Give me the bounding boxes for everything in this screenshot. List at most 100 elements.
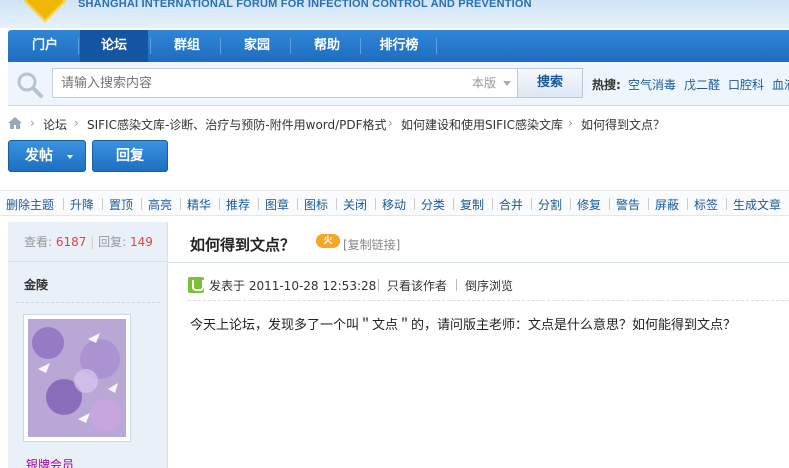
breadcrumb-item-guide[interactable]: 如何建设和使用SIFIC感染文库 — [401, 116, 563, 133]
nav-divider — [220, 38, 221, 54]
nav-item-forum[interactable]: 论坛 — [80, 30, 148, 62]
breadcrumb-separator: › — [30, 116, 35, 130]
search-icon — [17, 72, 43, 98]
mod-block[interactable]: 屏蔽 — [655, 196, 679, 213]
search-scope-label: 本版 — [472, 76, 497, 90]
only-author-link[interactable]: 只看该作者 — [387, 277, 447, 294]
mod-icon[interactable]: 图标 — [304, 196, 328, 213]
mod-divider — [258, 198, 259, 210]
mod-repair[interactable]: 修复 — [577, 196, 601, 213]
mod-delete-thread[interactable]: 删除主题 — [6, 196, 54, 213]
reverse-order-link[interactable]: 倒序浏览 — [465, 277, 513, 294]
hot-search-term[interactable]: 口腔科 — [728, 76, 764, 93]
search-button[interactable]: 搜索 — [517, 68, 583, 98]
mod-warn[interactable]: 警告 — [616, 196, 640, 213]
breadcrumb-separator: › — [568, 116, 573, 130]
views-label: 查看: — [24, 235, 53, 249]
mod-divider — [492, 198, 493, 210]
mod-merge[interactable]: 合并 — [499, 196, 523, 213]
mod-close[interactable]: 关闭 — [343, 196, 367, 213]
nav-item-portal[interactable]: 门户 — [14, 30, 76, 62]
mod-sticky[interactable]: 置顶 — [109, 196, 133, 213]
new-post-label: 发帖 — [25, 148, 53, 164]
nav-divider — [290, 38, 291, 54]
divider — [188, 300, 789, 301]
thread-title: 如何得到文点？ — [190, 236, 296, 254]
mod-digest[interactable]: 精华 — [187, 196, 211, 213]
breadcrumb-item-forum[interactable]: 论坛 — [43, 116, 67, 133]
mod-divider — [687, 198, 688, 210]
author-sidebar: 查看: 6187 | 回复: 149 金陵 银牌会员 — [8, 222, 168, 468]
reply-button[interactable]: 回复 — [92, 140, 168, 172]
nav-item-ranking[interactable]: 排行榜 — [362, 30, 436, 62]
thread-stats: 查看: 6187 | 回复: 149 — [8, 222, 168, 262]
avatar[interactable] — [23, 314, 131, 442]
mod-divider — [648, 198, 649, 210]
hot-search-term[interactable]: 血液 — [772, 76, 789, 93]
post-body: 今天上论坛，发现多了一个叫＂文点＂的，请问版主老师：文点是什么意思？如何能得到文… — [190, 318, 737, 333]
mod-divider — [531, 198, 532, 210]
breadcrumb-separator: › — [388, 116, 393, 130]
mod-divider — [414, 198, 415, 210]
search-scope-select[interactable]: 本版 — [466, 68, 518, 98]
copy-link-button[interactable]: [复制链接] — [343, 236, 400, 253]
breadcrumb-item-library[interactable]: SIFIC感染文库-诊断、治疗与预防-附件用word/PDF格式 — [87, 116, 387, 133]
mod-divider — [219, 198, 220, 210]
meta-divider — [378, 279, 379, 291]
mod-split[interactable]: 分割 — [538, 196, 562, 213]
mod-stamp[interactable]: 图章 — [265, 196, 289, 213]
breadcrumb-separator: › — [74, 116, 79, 130]
nav-divider — [150, 38, 151, 54]
mod-divider — [141, 198, 142, 210]
forum-name: SHANGHAI INTERNATIONAL FORUM FOR INFECTI… — [78, 0, 532, 10]
nav-item-groups[interactable]: 群组 — [152, 30, 222, 62]
mod-divider — [63, 198, 64, 210]
meta-divider — [456, 279, 457, 291]
mod-divider — [180, 198, 181, 210]
mod-divider — [336, 198, 337, 210]
nav-item-home[interactable]: 家园 — [222, 30, 292, 62]
mod-category[interactable]: 分类 — [421, 196, 445, 213]
replies-label: 回复: — [98, 235, 127, 249]
mod-tags[interactable]: 标签 — [694, 196, 718, 213]
diamond-logo-icon[interactable] — [23, 0, 67, 23]
divider — [16, 302, 160, 303]
main-nav: 门户 论坛 群组 家园 帮助 排行榜 — [8, 30, 789, 62]
mod-divider — [726, 198, 727, 210]
breadcrumb-item-current[interactable]: 如何得到文点？ — [581, 116, 665, 133]
post-timestamp: 发表于 2011-10-28 12:53:28 — [209, 279, 377, 293]
replies-count: 149 — [129, 235, 153, 249]
hot-badge: 火 — [316, 234, 340, 248]
mod-highlight[interactable]: 高亮 — [148, 196, 172, 213]
mod-move[interactable]: 移动 — [382, 196, 406, 213]
site-banner: SHANGHAI INTERNATIONAL FORUM FOR INFECTI… — [0, 0, 789, 28]
member-rank: 银牌会员 — [26, 458, 75, 468]
nav-divider — [360, 38, 361, 54]
moderation-toolbar: 删除主题 升降 置顶 高亮 精华 推荐 图章 图标 关闭 移动 分类 复制 合并… — [0, 190, 789, 216]
online-status-icon — [188, 277, 204, 293]
mod-divider — [102, 198, 103, 210]
mod-divider — [609, 198, 610, 210]
nav-divider — [78, 38, 79, 54]
nav-divider — [436, 38, 437, 54]
hot-search-term[interactable]: 空气消毒 — [628, 76, 676, 93]
search-bar: 本版 搜索 热搜: 空气消毒 戊二醛 口腔科 血液 — [8, 62, 789, 106]
avatar-image — [28, 319, 126, 437]
home-icon[interactable] — [8, 117, 22, 129]
mod-recommend[interactable]: 推荐 — [226, 196, 250, 213]
chevron-down-icon — [503, 81, 511, 86]
author-name[interactable]: 金陵 — [24, 276, 48, 293]
new-post-button[interactable]: 发帖 — [8, 140, 86, 172]
hot-search-label: 热搜: — [592, 78, 621, 92]
mod-generate-article[interactable]: 生成文章 — [733, 196, 781, 213]
mod-divider — [453, 198, 454, 210]
nav-item-help[interactable]: 帮助 — [292, 30, 362, 62]
search-input[interactable] — [52, 68, 468, 98]
stats-divider: | — [90, 235, 99, 249]
divider — [168, 262, 789, 263]
mod-bump[interactable]: 升降 — [70, 196, 94, 213]
mod-copy[interactable]: 复制 — [460, 196, 484, 213]
hot-search-term[interactable]: 戊二醛 — [684, 76, 720, 93]
chevron-down-icon — [67, 155, 73, 159]
mod-divider — [297, 198, 298, 210]
